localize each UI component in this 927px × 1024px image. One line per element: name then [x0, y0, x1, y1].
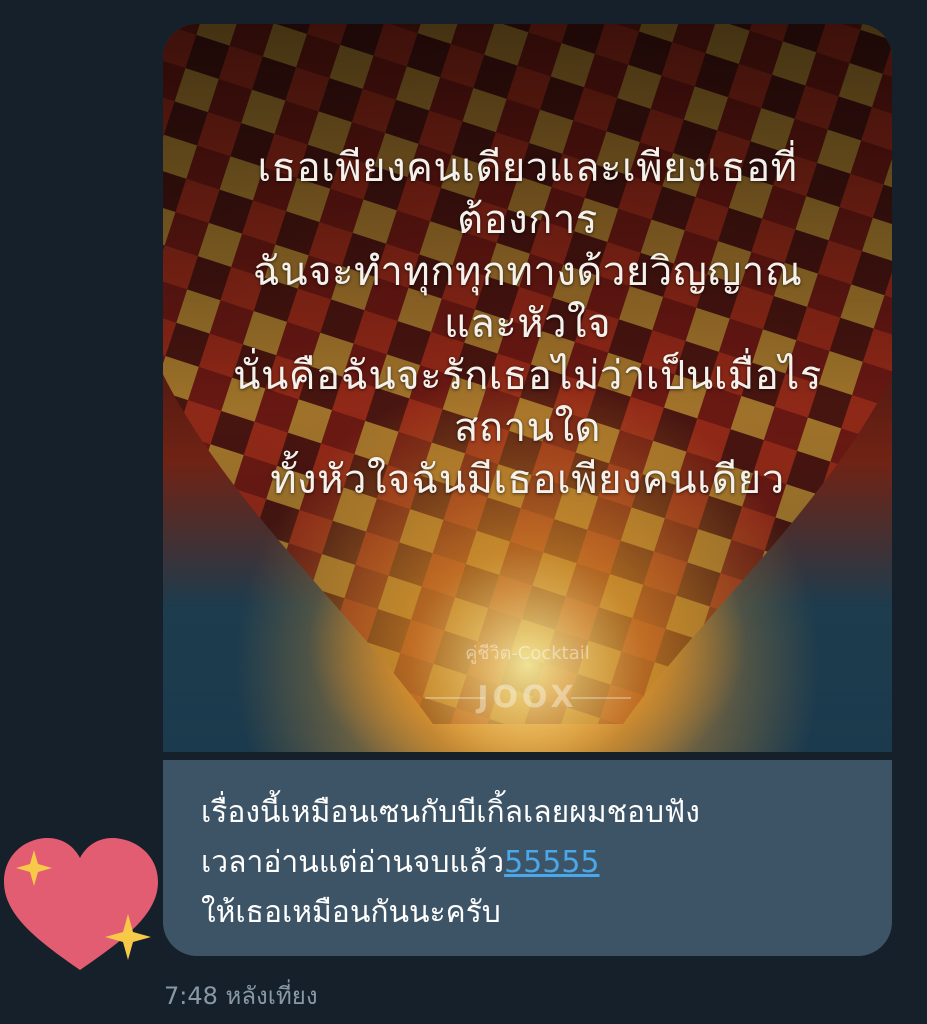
message-line: เรื่องนี้เหมือนเซนกับบีเกิ้ลเลยผมชอบฟัง: [201, 795, 700, 830]
message-text: เรื่องนี้เหมือนเซนกับบีเกิ้ลเลยผมชอบฟัง …: [201, 788, 700, 938]
lyrics-line: ฉันจะทำทุกทุกทางด้วยวิญญาณ: [252, 249, 803, 295]
sparkling-heart-icon[interactable]: [0, 832, 168, 982]
message-timestamp: 7:48 หลังเที่ยง: [164, 982, 318, 1010]
joox-logo: JOOX: [477, 680, 578, 715]
lyrics-line: นั่นคือฉันจะรักเธอไม่ว่าเป็นเมื่อไร: [233, 353, 822, 399]
chat-screen: เธอเพียงคนเดียวและเพียงเธอที่ ต้องการ ฉั…: [0, 0, 927, 1024]
message-bubble[interactable]: เรื่องนี้เหมือนเซนกับบีเกิ้ลเลยผมชอบฟัง …: [163, 760, 892, 956]
message-line: เวลาอ่านแต่อ่านจบแล้ว55555: [201, 838, 700, 888]
laugh-link[interactable]: 55555: [504, 845, 599, 880]
song-watermark: คู่ชีวิต-Cocktail: [465, 643, 590, 664]
lyrics-line: ต้องการ: [457, 197, 598, 243]
shared-image[interactable]: เธอเพียงคนเดียวและเพียงเธอที่ ต้องการ ฉั…: [163, 24, 892, 752]
message-line-text: เวลาอ่านแต่อ่านจบแล้ว: [201, 845, 505, 880]
lyrics-line: เธอเพียงคนเดียวและเพียงเธอที่: [257, 145, 798, 191]
lyrics-line: ทั้งหัวใจฉันมีเธอเพียงคนเดียว: [270, 457, 785, 503]
message-line: ให้เธอเหมือนกันนะครับ: [201, 895, 501, 930]
lyrics-line: และหัวใจ: [443, 301, 612, 347]
lyrics-line: สถานใด: [454, 405, 601, 451]
lyrics-text: เธอเพียงคนเดียวและเพียงเธอที่ ต้องการ ฉั…: [163, 142, 892, 506]
watermark-divider: [571, 697, 631, 699]
